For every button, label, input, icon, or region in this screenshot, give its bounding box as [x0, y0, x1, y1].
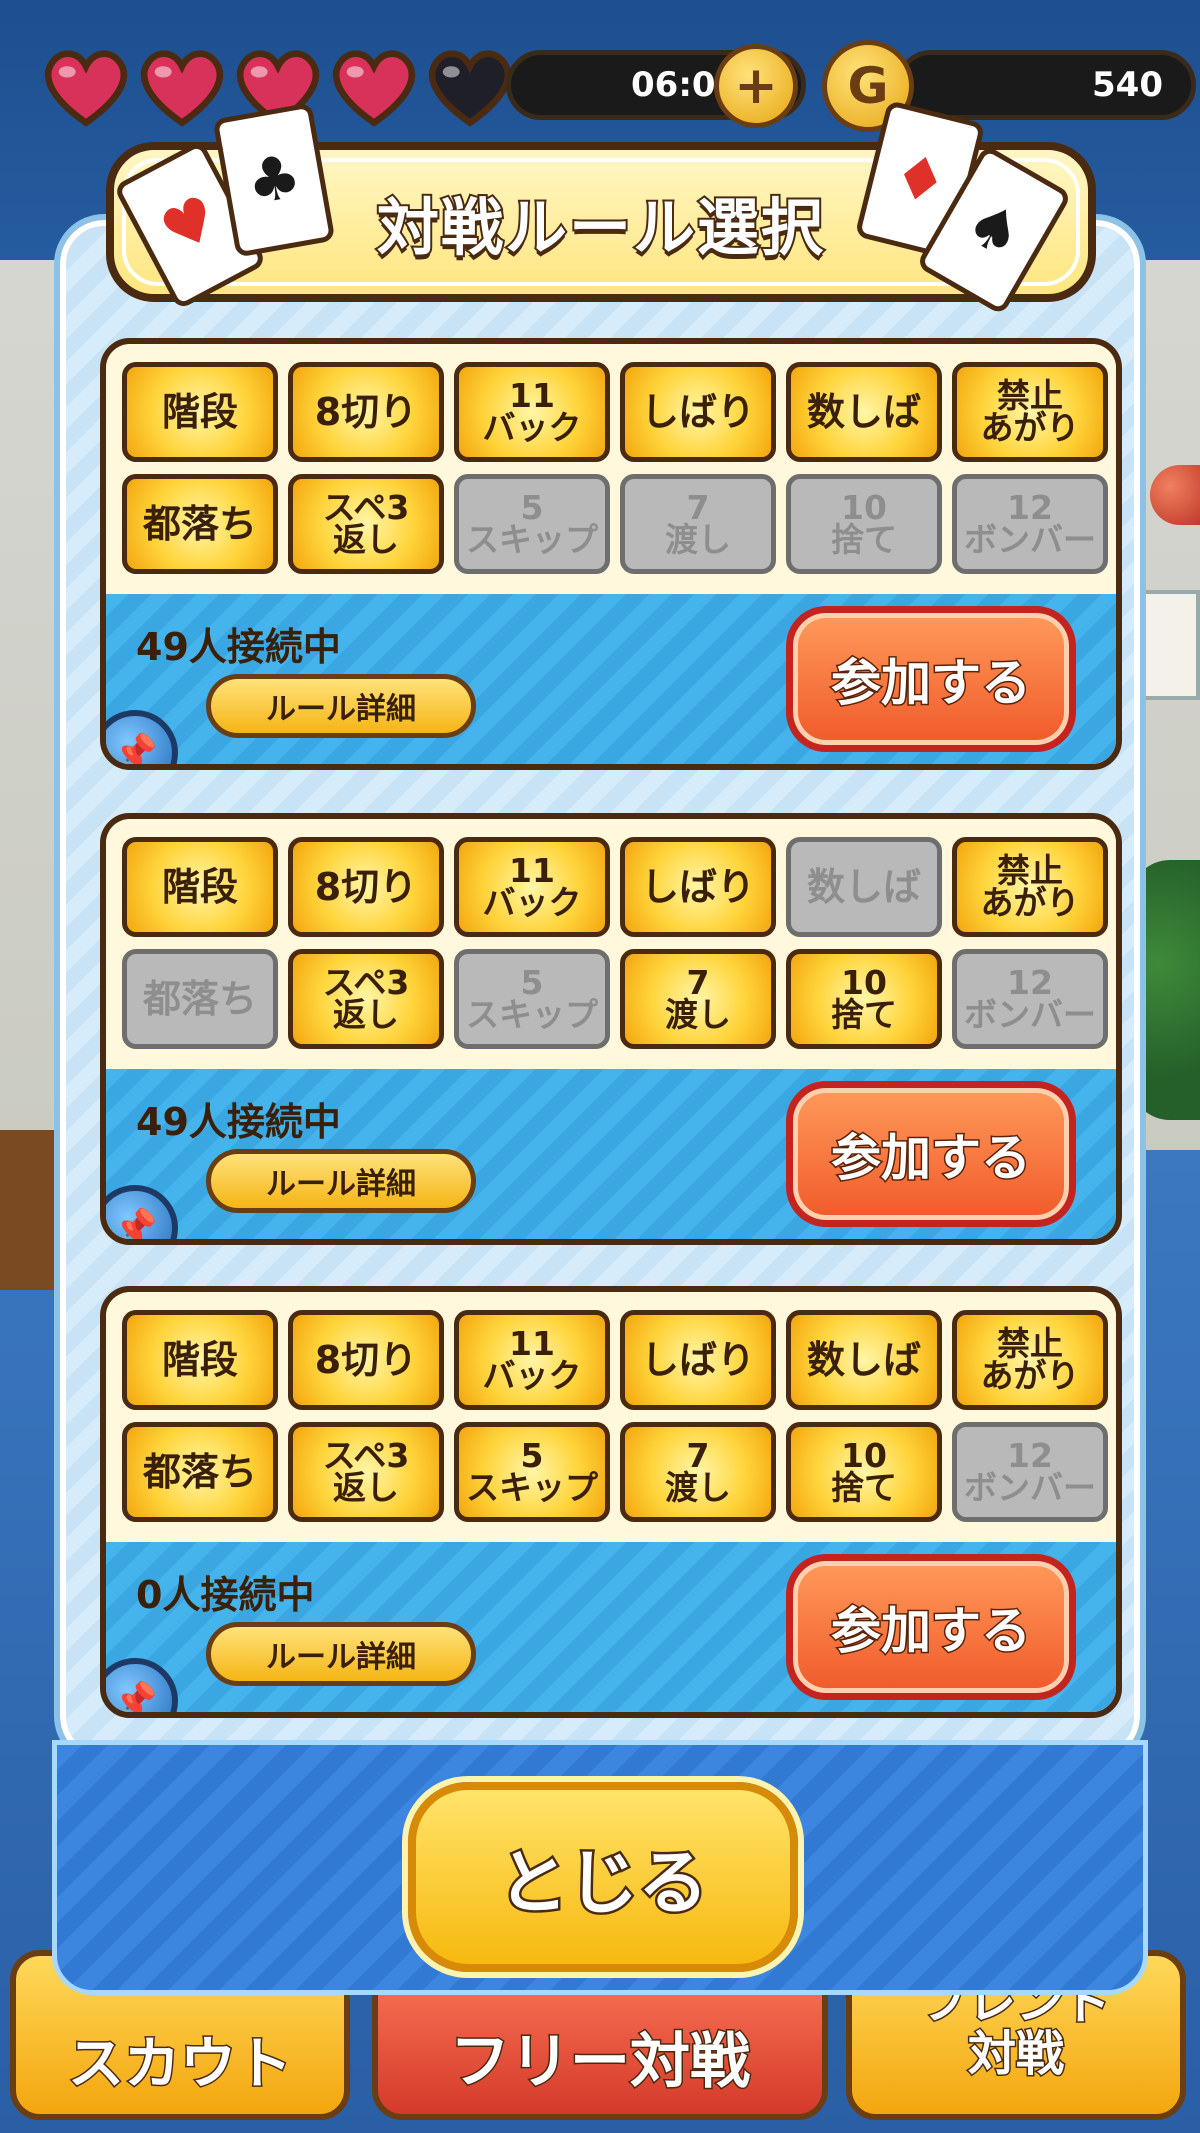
plus-icon[interactable]: + [714, 44, 798, 128]
rule-badge: しばり [620, 1310, 776, 1410]
rule-badge: 階段 [122, 837, 278, 937]
coin-count: 540 [896, 50, 1196, 120]
rule-badge: 8切り [288, 362, 444, 462]
rule-badge: 都落ち [122, 949, 278, 1049]
rule-badge: 禁止 あがり [952, 362, 1108, 462]
rule-badge: スペ3 返し [288, 949, 444, 1049]
rule-detail-button[interactable]: ルール詳細 [206, 1149, 476, 1213]
room-info: 0人接続中ルール詳細 参加する 📌 [106, 1542, 1116, 1712]
rule-badge: 数しば [786, 1310, 942, 1410]
rule-badge: 8切り [288, 1310, 444, 1410]
rule-badge: 数しば [786, 837, 942, 937]
rule-badge: しばり [620, 837, 776, 937]
room-panel: 階段 8切り 11 バック しばり 数しば 禁止 あがり都落ち スペ3 返し 5 スキップ 7 … [100, 338, 1122, 770]
rule-badge: 都落ち [122, 474, 278, 574]
rule-badge: 12 ボンバー [952, 474, 1108, 574]
pin-icon[interactable]: 📌 [106, 1185, 178, 1239]
rule-badge: 12 ボンバー [952, 949, 1108, 1049]
heart-full-icon [36, 40, 136, 132]
online-count: 49人接続中 [136, 625, 341, 669]
room-rules: 階段 8切り 11 バック しばり 数しば 禁止 あがり都落ち スペ3 返し 5 スキップ 7 … [106, 1292, 1116, 1542]
join-button[interactable]: 参加する [786, 1081, 1076, 1227]
rule-badge: 8切り [288, 837, 444, 937]
room-rules: 階段 8切り 11 バック しばり 数しば 禁止 あがり都落ち スペ3 返し 5 スキップ 7 … [106, 344, 1116, 594]
dialog-title: 対戦ルール選択 [375, 189, 825, 266]
rule-badge: スペ3 返し [288, 1422, 444, 1522]
rule-badge: 11 バック [454, 362, 610, 462]
rule-badge: 階段 [122, 362, 278, 462]
rule-badge: 10 捨て [786, 474, 942, 574]
online-count: 0人接続中 [136, 1573, 315, 1617]
rule-badge: 7 渡し [620, 1422, 776, 1522]
heart-full-icon [132, 40, 232, 132]
background-plant [1130, 860, 1200, 1120]
room-panel: 階段 8切り 11 バック しばり 数しば 禁止 あがり都落ち スペ3 返し 5 スキップ 7 … [100, 1286, 1122, 1718]
rule-badge: 数しば [786, 362, 942, 462]
friend-match-label-line2: 対戦 [966, 2026, 1065, 2082]
rule-badge: 5 スキップ [454, 1422, 610, 1522]
heart-full-icon [324, 40, 424, 132]
rule-badge: 7 渡し [620, 949, 776, 1049]
room-rules: 階段 8切り 11 バック しばり 数しば 禁止 あがり都落ち スペ3 返し 5 スキップ 7 … [106, 819, 1116, 1069]
online-count: 49人接続中 [136, 1100, 341, 1144]
rule-badge: 5 スキップ [454, 474, 610, 574]
rule-badge: 11 バック [454, 1310, 610, 1410]
rule-badge: スペ3 返し [288, 474, 444, 574]
heart-empty-icon [420, 40, 520, 132]
rule-badge: 階段 [122, 1310, 278, 1410]
rule-detail-button[interactable]: ルール詳細 [206, 1622, 476, 1686]
rule-badge: 12 ボンバー [952, 1422, 1108, 1522]
rule-badge: 10 捨て [786, 1422, 942, 1522]
rule-badge: 禁止 あがり [952, 1310, 1108, 1410]
rule-badge: しばり [620, 362, 776, 462]
status-bar: 06:05 + 540 G [36, 40, 1196, 132]
background-board [1130, 590, 1200, 700]
rule-badge: 10 捨て [786, 949, 942, 1049]
rule-detail-button[interactable]: ルール詳細 [206, 674, 476, 738]
pin-icon[interactable]: 📌 [106, 710, 178, 764]
room-info: 49人接続中ルール詳細 参加する 📌 [106, 594, 1116, 764]
rule-badge: 7 渡し [620, 474, 776, 574]
join-button[interactable]: 参加する [786, 606, 1076, 752]
close-button[interactable]: とじる [408, 1782, 798, 1972]
room-info: 49人接続中ルール詳細 参加する 📌 [106, 1069, 1116, 1239]
join-button[interactable]: 参加する [786, 1554, 1076, 1700]
room-panel: 階段 8切り 11 バック しばり 数しば 禁止 あがり都落ち スペ3 返し 5 スキップ 7 … [100, 813, 1122, 1245]
rule-badge: 11 バック [454, 837, 610, 937]
rule-badge: 禁止 あがり [952, 837, 1108, 937]
rule-badge: 都落ち [122, 1422, 278, 1522]
rule-badge: 5 スキップ [454, 949, 610, 1049]
pin-icon[interactable]: 📌 [106, 1658, 178, 1712]
